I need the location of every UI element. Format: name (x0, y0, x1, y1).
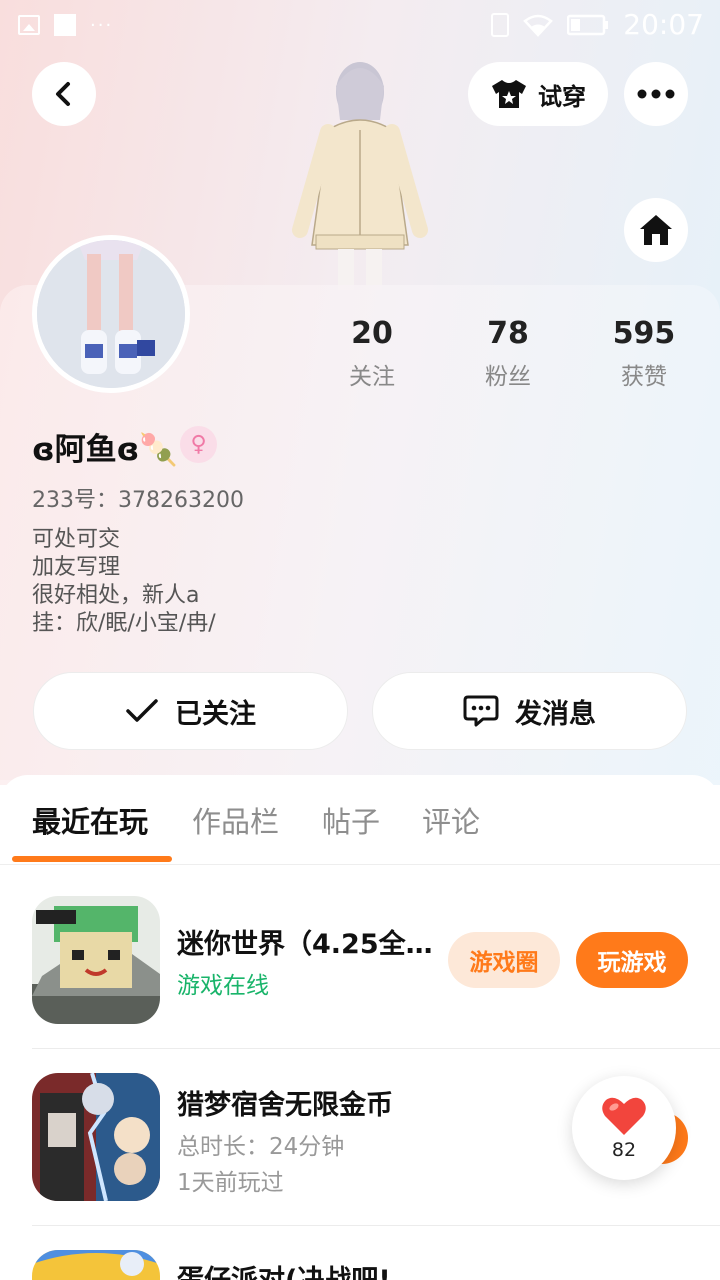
divider (32, 1225, 720, 1226)
follow-label: 已关注 (175, 698, 256, 730)
message-label: 发消息 (515, 698, 596, 730)
fans-count: 78 (487, 316, 529, 351)
username: ɞ阿鱼ɞ🍡 (32, 432, 178, 468)
tab-recently-played[interactable]: 最近在玩 (32, 799, 148, 841)
bio: 可处可交 加友写理 很好相处，新人a 挂：欣/眠/小宝/冉/ (32, 526, 216, 638)
heart-icon (602, 1097, 646, 1135)
vibrate-icon (491, 12, 510, 37)
eggy-party-game-icon (32, 1250, 160, 1280)
message-button[interactable]: 发消息 (372, 672, 687, 750)
game-online-status: 游戏在线 (177, 973, 269, 999)
dream-hunter-game-icon (32, 1073, 160, 1201)
game-title: 蛋仔派对(决战吧! (177, 1258, 391, 1280)
fans-stat[interactable]: 78 粉丝 (448, 316, 568, 391)
more-notifications-icon: ··· (90, 14, 114, 36)
checkmark-icon (126, 699, 158, 722)
tab-bar: 最近在玩 作品栏 帖子 评论 (0, 775, 720, 865)
back-button[interactable] (32, 62, 96, 126)
active-tab-indicator (12, 856, 172, 862)
like-count: 82 (611, 1139, 637, 1161)
home-button[interactable] (624, 198, 688, 262)
bio-line: 很好相处，新人a (32, 583, 200, 608)
likes-label: 获赞 (621, 364, 667, 390)
clock: 20:07 (623, 8, 704, 41)
try-on-label: 试穿 (538, 82, 586, 111)
likes-count: 595 (612, 316, 676, 351)
tab-comments[interactable]: 评论 (422, 799, 480, 841)
chat-bubble-icon (463, 695, 499, 727)
tab-works[interactable]: 作品栏 (192, 799, 279, 841)
wifi-icon (523, 13, 554, 37)
play-game-button[interactable]: 玩游戏 (576, 932, 688, 988)
game-title: 迷你世界（4.25全… (177, 929, 433, 960)
game-last-played: 1天前玩过 (177, 1170, 284, 1196)
follow-button[interactable]: 已关注 (33, 672, 348, 750)
shirt-icon (492, 80, 526, 108)
app-notification-icon (54, 14, 76, 36)
bio-line: 可处可交 (32, 527, 121, 552)
following-label: 关注 (349, 364, 395, 390)
bio-line: 挂：欣/眠/小宝/冉/ (32, 611, 216, 636)
more-options-button[interactable] (624, 62, 688, 126)
list-item[interactable]: 迷你世界（4.25全… 游戏在线 游戏圈 玩游戏 (32, 896, 720, 1024)
game-circle-button[interactable]: 游戏圈 (448, 932, 560, 988)
image-notification-icon (18, 15, 40, 35)
list-item[interactable]: 蛋仔派对(决战吧! (32, 1250, 720, 1280)
home-icon (640, 215, 672, 245)
user-id: 233号：378263200 (32, 488, 244, 513)
female-gender-icon: ♀ (180, 426, 217, 463)
battery-icon (567, 14, 609, 36)
likes-stat[interactable]: 595 获赞 (584, 316, 704, 391)
following-count: 20 (351, 316, 393, 351)
avatar-figure (280, 50, 440, 290)
mini-world-game-icon (32, 896, 160, 1024)
following-stat[interactable]: 20 关注 (312, 316, 432, 391)
like-float-button[interactable]: 82 (572, 1076, 676, 1180)
tab-posts[interactable]: 帖子 (322, 799, 380, 841)
divider (32, 1048, 720, 1049)
fans-label: 粉丝 (485, 364, 531, 390)
avatar[interactable] (32, 235, 190, 393)
try-on-button[interactable]: 试穿 (468, 62, 608, 126)
more-dots-icon (637, 89, 675, 99)
status-bar: ··· 20:07 (0, 0, 720, 50)
game-duration: 总时长：24分钟 (177, 1134, 345, 1160)
chevron-left-icon (56, 82, 70, 106)
bio-line: 加友写理 (32, 555, 121, 580)
game-title: 猎梦宿舍无限金币 (177, 1090, 393, 1121)
